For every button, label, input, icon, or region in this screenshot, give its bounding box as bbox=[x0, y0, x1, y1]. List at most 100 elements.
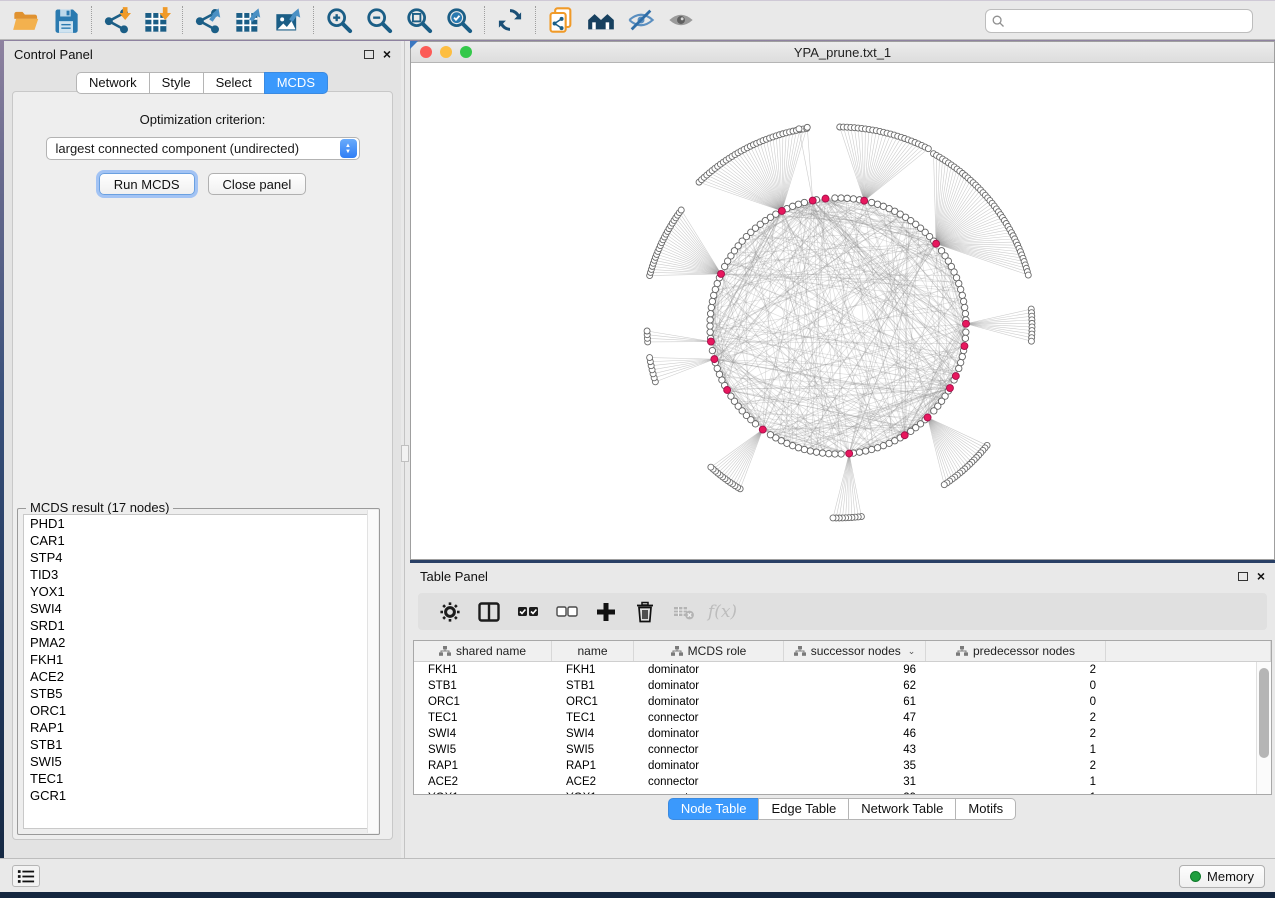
table-tabs: Node TableEdge TableNetwork TableMotifs bbox=[410, 798, 1275, 820]
table-scrollbar-thumb[interactable] bbox=[1259, 668, 1269, 758]
column-header-successor-nodes[interactable]: successor nodes⌄ bbox=[784, 641, 926, 661]
tab-edge-table[interactable]: Edge Table bbox=[758, 798, 849, 820]
mcds-result-item[interactable]: STB1 bbox=[24, 736, 373, 753]
mcds-result-list[interactable]: PHD1CAR1STP4TID3YOX1SWI4SRD1PMA2FKH1ACE2… bbox=[23, 514, 374, 829]
split-columns-button[interactable] bbox=[469, 597, 508, 627]
table-row[interactable]: YOX1YOX1connector291 bbox=[414, 790, 1256, 794]
mcds-result-item[interactable]: TID3 bbox=[24, 566, 373, 583]
column-header-MCDS-role[interactable]: MCDS role bbox=[634, 641, 784, 661]
mcds-result-item[interactable]: SRD1 bbox=[24, 617, 373, 634]
table-row[interactable]: STB1STB1dominator620 bbox=[414, 678, 1256, 694]
column-header-name[interactable]: name bbox=[552, 641, 634, 661]
gear-button[interactable] bbox=[430, 597, 469, 627]
mcds-result-item[interactable]: FKH1 bbox=[24, 651, 373, 668]
mcds-result-item[interactable]: STP4 bbox=[24, 549, 373, 566]
network-title: YPA_prune.txt_1 bbox=[411, 45, 1274, 60]
open-folder-button[interactable] bbox=[6, 3, 46, 37]
table-row[interactable]: TEC1TEC1connector472 bbox=[414, 710, 1256, 726]
mcds-result-item[interactable]: YOX1 bbox=[24, 583, 373, 600]
close-panel-button[interactable]: Close panel bbox=[208, 173, 307, 195]
mcds-result-item[interactable]: ORC1 bbox=[24, 702, 373, 719]
mcds-result-item[interactable]: STB5 bbox=[24, 685, 373, 702]
zoom-in-button[interactable] bbox=[319, 3, 359, 37]
table-row[interactable]: ACE2ACE2connector311 bbox=[414, 774, 1256, 790]
first-neighbors-button[interactable] bbox=[581, 3, 621, 37]
search-icon bbox=[992, 15, 1005, 28]
zoom-out-button[interactable] bbox=[359, 3, 399, 37]
mcds-result-item[interactable]: PHD1 bbox=[24, 515, 373, 532]
cell-predecessor-nodes: 2 bbox=[926, 712, 1106, 724]
mcds-result-item[interactable]: GCR1 bbox=[24, 787, 373, 804]
column-header-shared-name[interactable]: shared name bbox=[414, 641, 552, 661]
export-image-button[interactable] bbox=[268, 3, 308, 37]
tab-select[interactable]: Select bbox=[203, 72, 265, 94]
close-panel-icon[interactable]: × bbox=[383, 49, 391, 59]
import-network-button[interactable] bbox=[97, 3, 137, 37]
search-box[interactable] bbox=[985, 9, 1253, 33]
export-network-button[interactable] bbox=[188, 3, 228, 37]
pane-divider-handle[interactable] bbox=[401, 445, 409, 462]
refresh-button[interactable] bbox=[490, 3, 530, 37]
column-header-predecessor-nodes[interactable]: predecessor nodes bbox=[926, 641, 1106, 661]
mcds-result-item[interactable]: ACE2 bbox=[24, 668, 373, 685]
mcds-result-item[interactable]: TEC1 bbox=[24, 770, 373, 787]
cell-successor-nodes: 61 bbox=[784, 696, 926, 708]
mcds-result-item[interactable]: RAP1 bbox=[24, 719, 373, 736]
table-scrollbar[interactable] bbox=[1256, 662, 1271, 794]
mcds-result-item[interactable]: PMA2 bbox=[24, 634, 373, 651]
zoom-selected-button[interactable] bbox=[439, 3, 479, 37]
select-all-button[interactable] bbox=[508, 597, 547, 627]
cell-MCDS-role: connector bbox=[634, 776, 784, 788]
duplicate-network-button[interactable] bbox=[541, 3, 581, 37]
cell-MCDS-role: connector bbox=[634, 712, 784, 724]
table-row[interactable]: SWI5SWI5connector431 bbox=[414, 742, 1256, 758]
table-row[interactable]: RAP1RAP1dominator352 bbox=[414, 758, 1256, 774]
tab-mcds[interactable]: MCDS bbox=[264, 72, 328, 94]
network-graph[interactable] bbox=[411, 64, 1274, 560]
cell-MCDS-role: dominator bbox=[634, 728, 784, 740]
mcds-result-item[interactable]: SWI4 bbox=[24, 600, 373, 617]
float-table-panel-icon[interactable] bbox=[1238, 572, 1248, 581]
list-icon bbox=[17, 869, 35, 884]
tab-network-table[interactable]: Network Table bbox=[848, 798, 956, 820]
table-row[interactable]: SWI4SWI4dominator462 bbox=[414, 726, 1256, 742]
search-input[interactable] bbox=[1009, 14, 1246, 28]
column-label: shared name bbox=[456, 644, 526, 658]
toolbar-separator bbox=[182, 6, 183, 34]
mcds-result-item[interactable]: CAR1 bbox=[24, 532, 373, 549]
cell-shared-name: SWI4 bbox=[414, 728, 552, 740]
mcds-list-scrollbar[interactable] bbox=[367, 510, 378, 833]
export-network-icon bbox=[194, 6, 222, 34]
mcds-result-item[interactable]: SWI5 bbox=[24, 753, 373, 770]
close-table-panel-icon[interactable]: × bbox=[1257, 571, 1265, 581]
run-mcds-button[interactable]: Run MCDS bbox=[99, 173, 195, 195]
cell-shared-name: TEC1 bbox=[414, 712, 552, 724]
hide-selected-button[interactable] bbox=[621, 3, 661, 37]
table-row[interactable]: FKH1FKH1dominator962 bbox=[414, 662, 1256, 678]
zoom-fit-icon bbox=[405, 6, 433, 34]
tab-network[interactable]: Network bbox=[76, 72, 150, 94]
table-row[interactable]: ORC1ORC1dominator610 bbox=[414, 694, 1256, 710]
deselect-all-icon bbox=[556, 601, 578, 623]
tab-style[interactable]: Style bbox=[149, 72, 204, 94]
column-label: successor nodes bbox=[811, 644, 901, 658]
tab-node-table[interactable]: Node Table bbox=[668, 798, 760, 820]
criterion-select[interactable]: largest connected component (undirected)… bbox=[46, 137, 360, 160]
network-canvas[interactable] bbox=[411, 64, 1274, 559]
save-button[interactable] bbox=[46, 3, 86, 37]
deselect-all-button[interactable] bbox=[547, 597, 586, 627]
zoom-fit-button[interactable] bbox=[399, 3, 439, 37]
show-all-button[interactable] bbox=[661, 3, 701, 37]
pane-divider[interactable] bbox=[401, 41, 410, 858]
memory-button[interactable]: Memory bbox=[1179, 865, 1265, 888]
import-table-icon bbox=[143, 6, 171, 34]
add-column-button[interactable] bbox=[586, 597, 625, 627]
export-table-button[interactable] bbox=[228, 3, 268, 37]
task-history-button[interactable] bbox=[12, 865, 40, 887]
delete-columns-button[interactable] bbox=[625, 597, 664, 627]
tab-motifs[interactable]: Motifs bbox=[955, 798, 1016, 820]
cell-predecessor-nodes: 0 bbox=[926, 680, 1106, 692]
table-panel: Table Panel × f(x) shared namenameMCDS r… bbox=[410, 563, 1275, 858]
float-panel-icon[interactable] bbox=[364, 50, 374, 59]
import-table-button[interactable] bbox=[137, 3, 177, 37]
